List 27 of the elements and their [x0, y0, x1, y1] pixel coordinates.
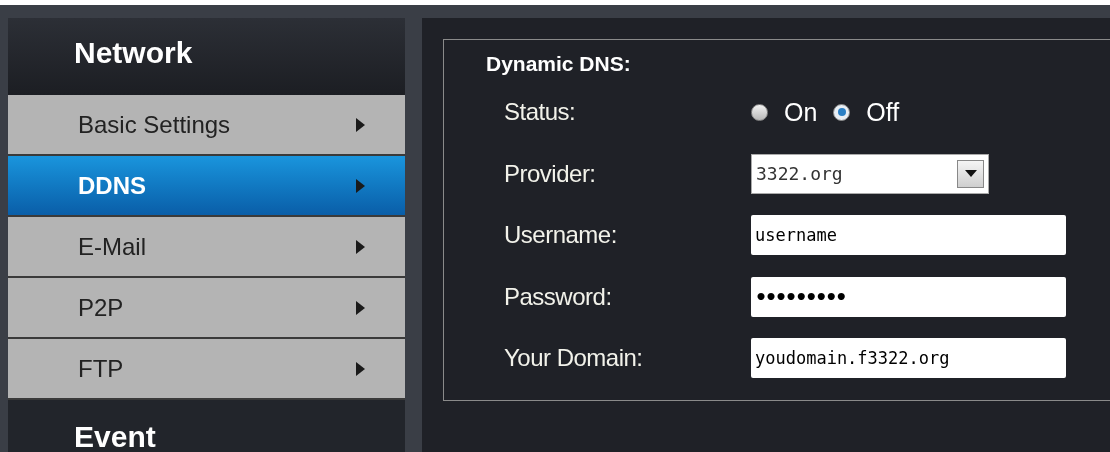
field-label: Your Domain: — [504, 343, 644, 374]
section-title: Dynamic DNS: — [486, 51, 632, 77]
field-label: Password: — [504, 281, 613, 312]
field-label: Provider: — [504, 158, 597, 189]
caret-down-icon — [964, 170, 977, 178]
radio-option[interactable]: Off — [833, 93, 900, 131]
radio-icon[interactable] — [833, 103, 851, 121]
field-label: Status: — [504, 97, 577, 128]
sidebar-item[interactable]: DDNS — [8, 156, 405, 217]
sidebar-item[interactable]: Basic Settings — [8, 95, 405, 156]
sidebar-item[interactable]: P2P — [8, 278, 405, 339]
triangle-right-icon — [356, 239, 365, 254]
triangle-right-icon — [356, 178, 365, 193]
sidebar-item[interactable]: FTP — [8, 339, 405, 400]
field-label: Username: — [504, 220, 618, 251]
sidebar-item[interactable]: E-Mail — [8, 217, 405, 278]
radio-option[interactable]: On — [751, 93, 818, 131]
input-field[interactable]: youdomain.f3322.org — [751, 338, 1066, 379]
triangle-right-icon — [356, 361, 365, 376]
triangle-right-icon — [356, 117, 365, 132]
password-field[interactable]: ••••••••• — [751, 276, 1066, 317]
section-heading: Network — [74, 35, 193, 71]
section-heading: Event — [74, 422, 157, 452]
input-field[interactable]: username — [751, 215, 1066, 256]
triangle-right-icon — [356, 300, 365, 315]
provider-dropdown[interactable]: 3322.org — [751, 153, 989, 194]
radio-icon[interactable] — [751, 103, 768, 121]
